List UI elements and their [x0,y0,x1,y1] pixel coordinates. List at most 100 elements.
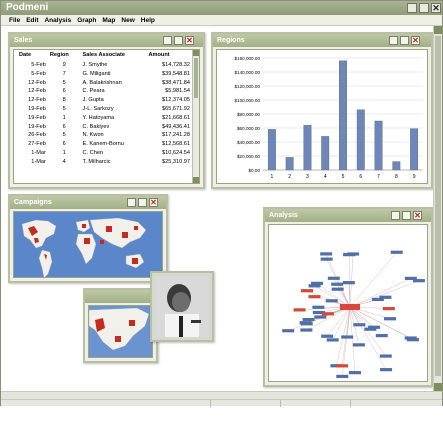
menu-item-analysis[interactable]: Analysis [44,17,71,24]
table-row[interactable]: 19-Feb 1 Y. Hatoyama $21,668.61 [17,114,192,123]
window-maximize-icon[interactable] [138,198,147,207]
graph-node[interactable] [390,250,403,254]
window-close-icon[interactable]: ✕ [413,211,422,220]
table-row[interactable]: 27-Feb 6 E. Kanem-Bornu $12,568.61 [17,140,192,149]
maximize-icon[interactable] [419,3,429,13]
window-close-icon[interactable]: ✕ [149,198,158,207]
graph-node[interactable] [342,281,355,285]
bar-region-6[interactable] [356,109,365,171]
column-header[interactable]: Date [17,50,48,61]
graph-node[interactable] [406,338,419,342]
graph-node[interactable] [348,371,361,375]
graph-node[interactable] [320,257,333,261]
status-cell [211,400,281,407]
bar-region-5[interactable] [339,60,347,171]
table-row[interactable]: 12-Feb 6 C. Peara $5,981.54 [17,87,192,96]
graph-node[interactable] [384,317,397,321]
window-minimize-icon[interactable] [391,211,400,220]
bar-region-2[interactable] [285,157,294,171]
world-map[interactable] [13,211,163,278]
bar-region-4[interactable] [321,136,330,171]
graph-node[interactable] [336,374,349,379]
graph-node[interactable] [321,334,334,338]
table-row[interactable]: 1-Mar 1 C. Chen $10,624.54 [17,149,192,158]
graph-node[interactable] [300,328,313,332]
menu-item-map[interactable]: Map [102,17,115,24]
table-row[interactable]: 12-Feb 5 A. Balakrishnan $38,471.84 [17,79,192,88]
table-row[interactable]: 5-Feb 7 G. Miliganti $39,548.81 [17,70,192,79]
scroll-down-icon[interactable] [193,177,199,183]
table-row[interactable]: 19-Feb 5 J-L. Sarkozy $65,671.92 [17,105,192,114]
graph-node[interactable] [343,253,356,257]
graph-node[interactable] [302,317,315,322]
graph-node[interactable] [326,338,339,342]
graph-hub-node[interactable] [340,304,360,310]
graph-node[interactable] [379,354,392,358]
graph-node[interactable] [325,299,338,303]
close-icon[interactable]: ✕ [431,3,441,13]
graph-node[interactable] [314,315,327,319]
graph-node[interactable] [336,364,349,368]
graph-edge [349,280,419,308]
graph-node[interactable] [320,252,333,256]
scroll-thumb[interactable] [435,36,441,376]
scroll-thumb[interactable] [194,58,198,98]
bar-region-3[interactable] [303,124,312,171]
graph-node[interactable] [375,334,388,338]
window-minimize-icon[interactable] [389,36,398,45]
menu-item-edit[interactable]: Edit [26,17,38,24]
scroll-up-icon[interactable] [193,50,199,56]
graph-node[interactable] [341,335,354,339]
window-close-icon[interactable]: ✕ [185,36,194,45]
column-header[interactable]: Sales Associate [81,50,147,61]
graph-node[interactable] [311,281,324,285]
column-header[interactable]: Amount [146,50,192,61]
main-vertical-scrollbar[interactable] [433,26,442,391]
graph-node[interactable] [380,368,393,372]
network-graph-panel[interactable] [268,224,428,382]
window-close-icon[interactable]: ✕ [411,36,420,45]
table-row[interactable]: 1-Mar 4 T. Milharcic $25,310.97 [17,158,192,167]
graph-node[interactable] [312,305,325,309]
column-header[interactable]: Region [48,50,81,61]
graph-node[interactable] [293,308,306,312]
table-cell: 5-Feb [31,70,46,77]
window-maximize-icon[interactable] [174,36,183,45]
scroll-down-icon[interactable] [434,383,442,391]
window-minimize-icon[interactable] [127,198,136,207]
scroll-up-icon[interactable] [434,26,442,34]
graph-node[interactable] [364,327,377,331]
graph-node[interactable] [404,276,417,280]
menu-item-graph[interactable]: Graph [77,17,96,24]
table-row[interactable]: 19-Feb 6 C. Bakiyev $49,436.41 [17,123,192,132]
graph-node[interactable] [382,307,395,311]
table-row[interactable]: 5-Feb 9 J. Smythe $14,728.32 [17,61,192,70]
window-minimize-icon[interactable] [163,36,172,45]
graph-node[interactable] [300,322,313,326]
bar-region-1[interactable] [267,129,276,171]
graph-node[interactable] [352,343,365,347]
table-row[interactable]: 12-Feb 8 J. Gupta $12,374.05 [17,96,192,105]
menu-item-file[interactable]: File [9,17,20,24]
graph-node[interactable] [327,276,340,280]
table-row[interactable]: 26-Feb 5 N. Kwon $17,241.28 [17,131,192,140]
graph-node[interactable] [331,282,344,286]
sales-scrollbar[interactable] [192,50,199,183]
menu-item-help[interactable]: Help [141,17,155,24]
graph-node[interactable] [308,295,321,299]
graph-node[interactable] [331,287,344,291]
window-maximize-icon[interactable] [402,211,411,220]
bar-region-7[interactable] [374,120,383,171]
main-horizontal-scrollbar[interactable] [1,391,442,399]
minimize-icon[interactable] [407,3,417,13]
map-detail[interactable] [88,305,153,358]
window-maximize-icon[interactable] [400,36,409,45]
menu-item-new[interactable]: New [121,17,134,24]
graph-node[interactable] [353,323,366,327]
graph-node[interactable] [282,329,295,333]
graph-node[interactable] [301,289,314,293]
graph-node[interactable] [379,295,392,299]
bar-region-8[interactable] [392,161,401,171]
graph-node[interactable] [321,312,334,316]
bar-region-9[interactable] [410,128,419,171]
